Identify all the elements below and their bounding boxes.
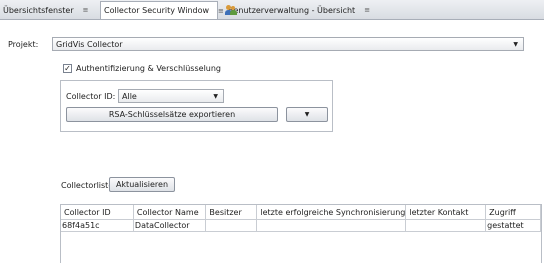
cell-collector-id: 68f4a51c	[61, 219, 134, 232]
auth-checkbox[interactable]: ✓	[63, 64, 72, 73]
chevron-down-icon: ▼	[213, 93, 218, 100]
col-header-zugriff[interactable]: Zugriff	[485, 205, 541, 220]
cell-letzte-sync	[256, 219, 407, 232]
col-header-letzte-sync[interactable]: letzte erfolgreiche Synchronisierung	[256, 205, 407, 220]
table-header-row: Collector ID Collector Name Besitzer let…	[61, 205, 541, 220]
tab-collector-security-window[interactable]: Collector Security Window ≡	[100, 1, 224, 19]
cell-collector-name: DataCollector	[133, 219, 207, 232]
rsa-options-dropdown[interactable]: ▼	[286, 107, 328, 122]
project-label: Projekt:	[8, 40, 39, 49]
tab-menu-icon[interactable]: ≡	[83, 6, 89, 14]
check-icon: ✓	[64, 64, 71, 73]
col-header-collector-id[interactable]: Collector ID	[61, 205, 134, 220]
tab-uebersichtsfenster[interactable]: Übersichtsfenster ≡	[0, 2, 98, 18]
rsa-export-label: RSA-Schlüsselsätze exportieren	[108, 110, 236, 119]
refresh-label: Aktualisieren	[115, 180, 169, 189]
table-row[interactable]: 68f4a51c DataCollector gestattet	[61, 219, 541, 232]
collector-table: Collector ID Collector Name Besitzer let…	[60, 204, 542, 263]
project-select[interactable]: GridVis Collector ▼	[52, 37, 524, 51]
collector-group	[60, 80, 333, 132]
col-header-besitzer[interactable]: Besitzer	[205, 205, 258, 220]
cell-letzter-kontakt	[405, 219, 487, 232]
rsa-export-button[interactable]: RSA-Schlüsselsätze exportieren	[66, 107, 278, 122]
collector-id-label: Collector ID:	[66, 92, 116, 101]
tab-label: Benutzerverwaltung - Übersicht	[228, 5, 356, 15]
tab-bar: Übersichtsfenster ≡ Collector Security W…	[0, 0, 544, 20]
collectorlist-label: Collectorliste	[61, 181, 114, 190]
tab-benutzerverwaltung[interactable]: Benutzerverwaltung - Übersicht ≡	[222, 2, 370, 18]
refresh-button[interactable]: Aktualisieren	[109, 177, 175, 192]
cell-besitzer	[205, 219, 258, 232]
project-select-value: GridVis Collector	[56, 39, 123, 49]
collector-id-value: Alle	[122, 91, 137, 101]
col-header-collector-name[interactable]: Collector Name	[133, 205, 207, 220]
tab-label: Collector Security Window	[104, 6, 210, 15]
collector-id-select[interactable]: Alle ▼	[118, 89, 224, 103]
chevron-down-icon: ▼	[513, 41, 518, 48]
tab-menu-icon[interactable]: ≡	[364, 6, 370, 14]
cell-zugriff: gestattet	[485, 219, 541, 232]
tab-label: Übersichtsfenster	[3, 5, 74, 15]
auth-checkbox-label: Authentifizierung & Verschlüsselung	[76, 64, 222, 73]
col-header-letzter-kontakt[interactable]: letzter Kontakt	[405, 205, 487, 220]
chevron-down-icon: ▼	[304, 111, 310, 118]
